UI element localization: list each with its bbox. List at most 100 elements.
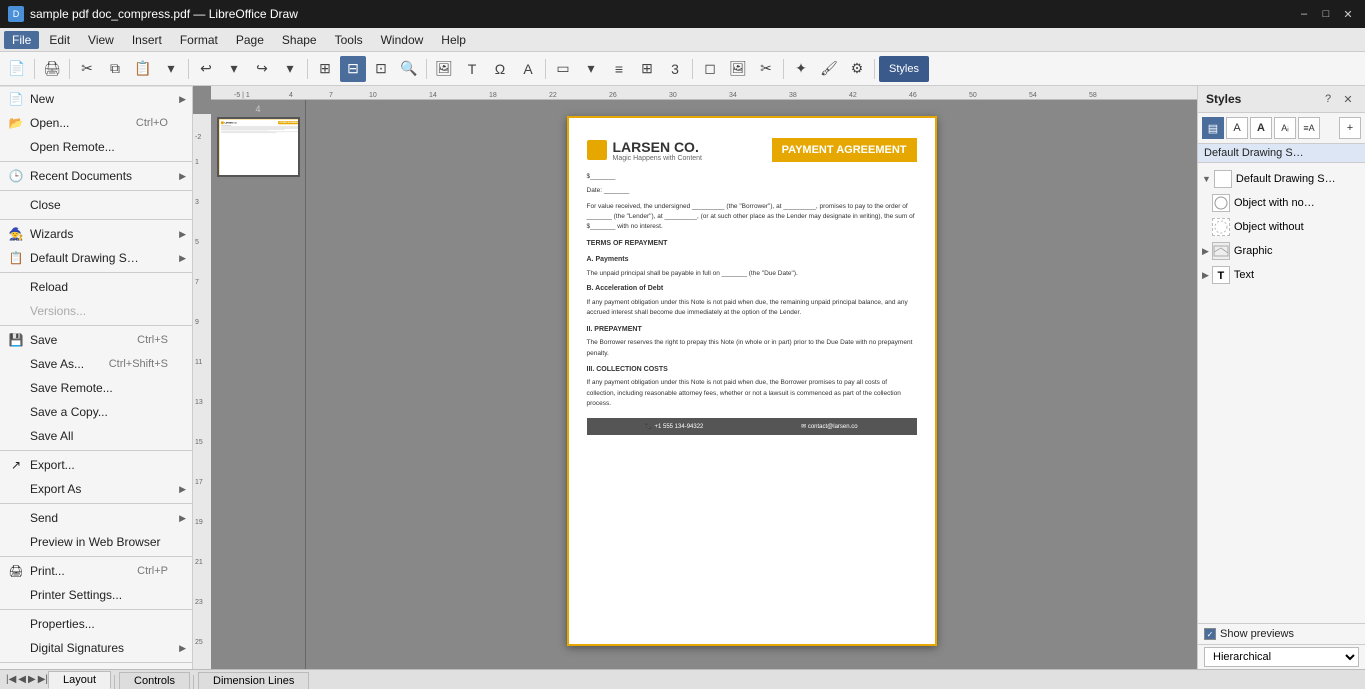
menu-item-open-remote[interactable]: Open Remote... [0,135,192,159]
menu-item-printer-settings[interactable]: Printer Settings... [0,583,192,607]
menu-item-wizards[interactable]: 🧙 Wizards [0,222,192,246]
menu-shape[interactable]: Shape [274,31,325,49]
menu-help[interactable]: Help [433,31,474,49]
menu-file[interactable]: File [4,31,39,49]
menu-item-templates[interactable]: 📋 Default Drawing S… [0,246,192,270]
menu-item-recent[interactable]: 🕒 Recent Documents [0,164,192,188]
tb-3d[interactable]: 3 [662,56,688,82]
menu-item-export-as[interactable]: Export As [0,477,192,501]
style-default-drawing[interactable]: ▼ Default Drawing S… [1198,167,1365,191]
style-default-icon [1214,170,1232,188]
menu-item-save-remote[interactable]: Save Remote... [0,376,192,400]
style-text-category[interactable]: ▶ T Text [1198,263,1365,287]
tb-print[interactable]: 🖨 [39,56,65,82]
tb-copy[interactable]: ⧉ [102,56,128,82]
panel-close-button[interactable]: ✕ [1339,90,1357,108]
style-tb-new[interactable]: + [1339,117,1361,139]
page-thumbnail[interactable]: LARSEN CO. PAYMENT AGREEMENT [217,117,300,177]
menu-format[interactable]: Format [172,31,226,49]
tb-paste[interactable]: 📋 [130,56,156,82]
last-page-button[interactable]: ▶| [38,674,48,685]
tb-fontwork[interactable]: A [515,56,541,82]
menu-item-preview-browser[interactable]: Preview in Web Browser [0,530,192,554]
svg-text:22: 22 [549,92,557,99]
menu-item-save-all[interactable]: Save All [0,424,192,448]
menu-item-send[interactable]: Send [0,506,192,530]
style-tb-drawing[interactable]: ▤ [1202,117,1224,139]
tb-paint[interactable]: 🖌 [816,56,842,82]
tb-image[interactable]: 🖼 [431,56,457,82]
style-object-with-no[interactable]: Object with no… [1198,191,1365,215]
menu-page[interactable]: Page [228,31,272,49]
tab-layout[interactable]: Layout [48,671,111,689]
show-previews-checkbox[interactable]: ✓ [1204,628,1216,640]
menu-item-exit[interactable]: ⏻ Exit LibreOffice Ctrl+Q [0,665,192,669]
menu-insert[interactable]: Insert [124,31,170,49]
tb-zoom[interactable]: 🔍 [396,56,422,82]
svg-text:42: 42 [849,92,857,99]
menu-view[interactable]: View [80,31,122,49]
tab-sep-1 [114,675,115,689]
tb-undo-arrow[interactable]: ▾ [221,56,247,82]
menu-item-print[interactable]: 🖨 Print... Ctrl+P [0,559,192,583]
maximize-button[interactable]: □ [1317,5,1335,23]
tb-shapes[interactable]: ▭ [550,56,576,82]
menu-item-export[interactable]: ↗ Export... [0,453,192,477]
panel-title: Styles [1206,92,1241,106]
tb-sep-5 [426,59,427,79]
tb-cut[interactable]: ✂ [74,56,100,82]
menu-item-save-as[interactable]: Save As... Ctrl+Shift+S [0,352,192,376]
templates-icon: 📋 [8,250,24,266]
menu-tools[interactable]: Tools [327,31,371,49]
menu-item-save-copy[interactable]: Save a Copy... [0,400,192,424]
document-canvas[interactable]: LARSEN CO. Magic Happens with Content PA… [306,100,1197,669]
tb-crop[interactable]: ✂ [753,56,779,82]
style-tb-frame[interactable]: A [1250,117,1272,139]
tb-redo[interactable]: ↪ [249,56,275,82]
menu-item-digital-sigs[interactable]: Digital Signatures [0,636,192,660]
menu-item-close[interactable]: Close [0,193,192,217]
menu-item-properties[interactable]: Properties... [0,612,192,636]
tb-image2[interactable]: 🖼 [725,56,751,82]
menu-item-new[interactable]: 📄 New [0,87,192,111]
hierarchical-dropdown[interactable]: Hierarchical All Styles Applied Styles C… [1204,647,1359,667]
close-button[interactable]: ✕ [1339,5,1357,23]
tb-shadow[interactable]: ◻ [697,56,723,82]
tab-dimension-lines[interactable]: Dimension Lines [198,672,309,689]
tb-text[interactable]: T [459,56,485,82]
tb-redo-arrow[interactable]: ▾ [277,56,303,82]
menu-item-reload[interactable]: Reload [0,275,192,299]
tb-macro[interactable]: ⚙ [844,56,870,82]
tb-shapes2[interactable]: ▾ [578,56,604,82]
main-content: 📄 New 📂 Open... Ctrl+O Open Remote... 🕒 … [0,86,1365,669]
tab-controls[interactable]: Controls [119,672,190,689]
menu-item-open[interactable]: 📂 Open... Ctrl+O [0,111,192,135]
tb-grid[interactable]: ⊞ [312,56,338,82]
style-tb-page[interactable]: Aᵢ [1274,117,1296,139]
menu-item-save[interactable]: 💾 Save Ctrl+S [0,328,192,352]
tb-new[interactable]: 📄 [4,56,30,82]
style-tb-text[interactable]: A [1226,117,1248,139]
panel-help-button[interactable]: ? [1319,90,1337,108]
svg-text:14: 14 [429,92,437,99]
tb-styles[interactable]: Styles [879,56,929,82]
style-graphic-category[interactable]: ▶ Graphic [1198,239,1365,263]
minimize-button[interactable]: – [1295,5,1313,23]
styles-toolbar: ▤ A A Aᵢ ≡A + [1198,113,1365,144]
tb-snap[interactable]: ⊟ [340,56,366,82]
svg-text:58: 58 [1089,92,1097,99]
menu-window[interactable]: Window [373,31,432,49]
tb-fit[interactable]: ⊡ [368,56,394,82]
tb-paste-arrow[interactable]: ▾ [158,56,184,82]
first-page-button[interactable]: |◀ [6,674,16,685]
tb-align[interactable]: ≡ [606,56,632,82]
next-page-button[interactable]: ▶ [28,674,36,685]
tb-special-char[interactable]: Ω [487,56,513,82]
style-object-without[interactable]: Object without [1198,215,1365,239]
style-tb-list[interactable]: ≡A [1298,117,1320,139]
menu-edit[interactable]: Edit [41,31,78,49]
tb-group[interactable]: ⊞ [634,56,660,82]
tb-undo[interactable]: ↩ [193,56,219,82]
prev-page-button[interactable]: ◀ [18,674,26,685]
tb-effects[interactable]: ✦ [788,56,814,82]
